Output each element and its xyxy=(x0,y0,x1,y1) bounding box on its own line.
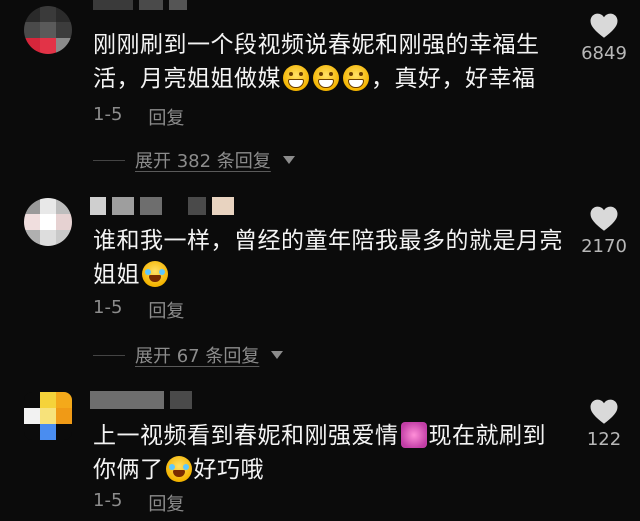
like-button[interactable]: 6849 xyxy=(572,12,636,64)
like-button[interactable]: 122 xyxy=(572,398,636,450)
laugh-cry-emoji xyxy=(165,456,192,482)
comment-date: 1-5 xyxy=(93,104,123,125)
comment-text: 刚刚刷到一个段视频说春妮和刚强的幸福生活，月亮姐姐做媒 ，真好，好幸福 xyxy=(93,32,540,92)
reply-button[interactable]: 回复 xyxy=(148,297,184,323)
comment-meta: 1-5 回复 xyxy=(93,297,184,323)
expand-replies-label: 展开 67 条回复 xyxy=(135,346,260,367)
grin-emoji xyxy=(313,65,339,91)
grin-emoji xyxy=(283,65,309,91)
like-count: 6849 xyxy=(581,43,627,64)
caret-down-icon xyxy=(271,351,284,359)
divider-line xyxy=(93,354,125,356)
reply-button[interactable]: 回复 xyxy=(148,490,184,516)
expand-replies-button[interactable]: 展开 67 条回复 xyxy=(93,342,284,368)
heart-icon xyxy=(590,206,618,231)
heart-icon xyxy=(590,13,618,38)
laugh-cry-emoji xyxy=(142,261,168,287)
avatar[interactable] xyxy=(24,198,72,246)
grin-emoji xyxy=(343,65,369,91)
like-count: 122 xyxy=(586,429,622,450)
comment-text: 谁和我一样，曾经的童年陪我最多的就是月亮姐姐 xyxy=(93,228,563,288)
comment-meta: 1-5 回复 xyxy=(93,490,184,516)
comment-meta: 1-5 回复 xyxy=(93,104,184,130)
username-blurred[interactable] xyxy=(90,197,234,215)
username-blurred[interactable] xyxy=(93,0,187,10)
like-count: 2170 xyxy=(581,236,627,257)
couple-heart-emoji xyxy=(400,422,427,448)
reply-button[interactable]: 回复 xyxy=(148,104,184,130)
caret-down-icon xyxy=(282,156,295,164)
like-button[interactable]: 2170 xyxy=(572,205,636,257)
comment-date: 1-5 xyxy=(93,490,123,511)
avatar[interactable] xyxy=(24,6,72,54)
expand-replies-button[interactable]: 展开 382 条回复 xyxy=(93,147,295,173)
avatar[interactable] xyxy=(24,392,72,440)
comment-date: 1-5 xyxy=(93,297,123,318)
divider-line xyxy=(93,159,125,161)
expand-replies-label: 展开 382 条回复 xyxy=(135,151,271,172)
username-blurred[interactable] xyxy=(90,391,192,409)
comment-text: 上一视频看到春妮和刚强爱情 现在就刷到你俩了 好巧哦 xyxy=(93,422,546,483)
heart-icon xyxy=(590,399,618,424)
